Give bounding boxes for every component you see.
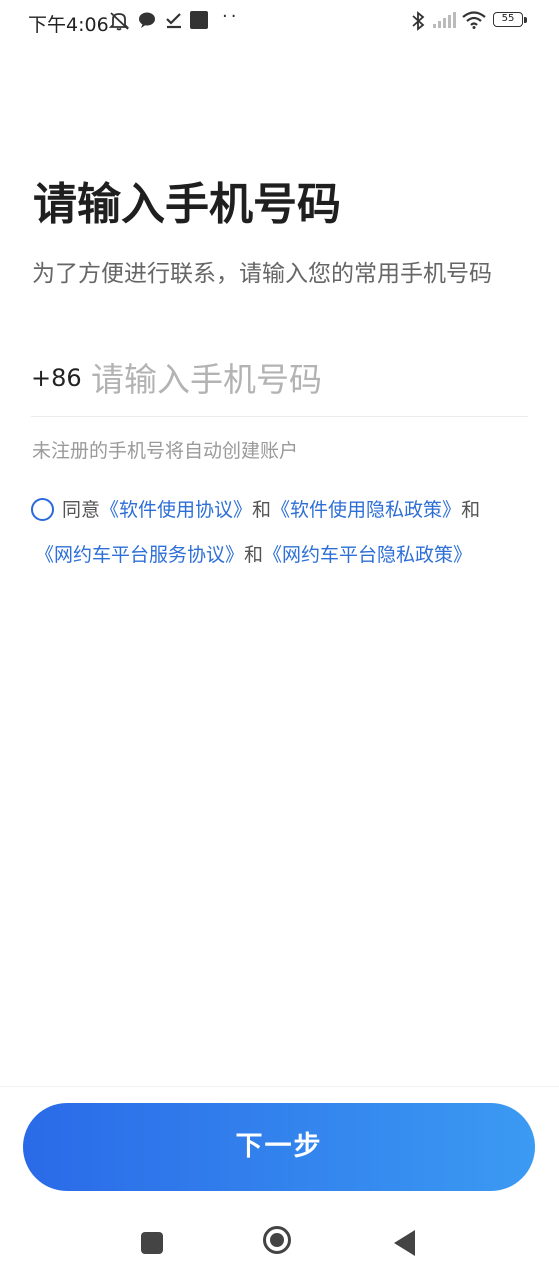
phone-input[interactable] (91, 354, 521, 404)
agree-prefix: 同意 (62, 499, 101, 521)
wifi-icon (462, 11, 486, 29)
page-title: 请输入手机号码 (33, 179, 341, 230)
back-icon[interactable] (394, 1230, 415, 1256)
country-code[interactable]: +86 (31, 364, 82, 392)
bottom-divider (0, 1086, 559, 1087)
home-icon[interactable] (263, 1226, 291, 1254)
bluetooth-icon (412, 11, 425, 31)
recent-apps-icon[interactable] (141, 1232, 163, 1254)
agree-and-3: 和 (244, 544, 264, 566)
next-step-button[interactable]: 下一步 (23, 1103, 535, 1191)
agree-and-2: 和 (461, 499, 481, 521)
ride-hailing-privacy-policy-link[interactable]: 《网约车平台隐私政策》 (263, 544, 472, 566)
page-subtitle: 为了方便进行联系，请输入您的常用手机号码 (32, 261, 492, 287)
agree-radio-button[interactable] (31, 498, 54, 521)
battery-icon: 55 (493, 12, 527, 27)
more-dots-icon: ·· (222, 6, 240, 27)
checkmark-icon (166, 13, 181, 29)
agreement-line-1: 同意《软件使用协议》和《软件使用隐私政策》和 (31, 496, 480, 526)
auto-register-hint: 未注册的手机号将自动创建账户 (32, 440, 299, 462)
signal-icon (433, 12, 456, 28)
app-square-icon (190, 11, 208, 29)
software-usage-agreement-link[interactable]: 《软件使用协议》 (100, 499, 252, 521)
status-time: 下午4:06 (28, 14, 109, 36)
mute-icon (108, 12, 130, 31)
status-bar: 下午4:06 ·· 55 (0, 0, 559, 42)
ride-hailing-service-agreement-link[interactable]: 《网约车平台服务协议》 (35, 544, 244, 566)
software-privacy-policy-link[interactable]: 《软件使用隐私政策》 (271, 499, 461, 521)
battery-level: 55 (501, 13, 515, 24)
phone-input-row: +86 (31, 350, 528, 417)
agree-and-1: 和 (252, 499, 272, 521)
chat-bubble-icon (139, 12, 155, 28)
agreement-line-2: 《网约车平台服务协议》和《网约车平台隐私政策》 (35, 541, 472, 569)
